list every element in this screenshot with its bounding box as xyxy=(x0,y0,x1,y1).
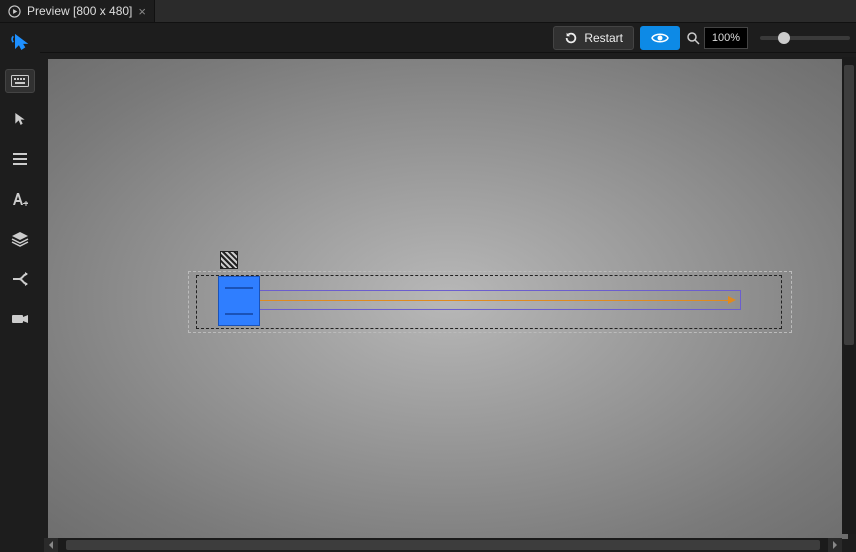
keyboard-button[interactable] xyxy=(5,69,35,93)
restart-icon xyxy=(564,31,578,45)
vertical-scrollbar[interactable] xyxy=(842,57,856,534)
anchor-handle[interactable] xyxy=(220,251,238,269)
eye-icon xyxy=(651,32,669,44)
magnifier-icon xyxy=(686,31,700,45)
grid-tool[interactable] xyxy=(6,145,34,173)
horizontal-scrollbar[interactable] xyxy=(44,538,842,552)
play-circle-icon xyxy=(8,5,21,18)
scroll-right-icon[interactable] xyxy=(828,538,842,552)
slider-thumb[interactable] xyxy=(218,276,260,326)
layers-tool[interactable] xyxy=(6,225,34,253)
horizontal-scroll-track[interactable] xyxy=(58,540,828,550)
visibility-button[interactable] xyxy=(640,26,680,50)
touch-tool[interactable] xyxy=(6,29,34,57)
zoom-slider[interactable] xyxy=(760,36,850,40)
canvas-viewport xyxy=(40,53,856,552)
tab-bar: Preview [800 x 480] × xyxy=(0,0,856,23)
zoom-field: 100% xyxy=(686,27,748,49)
arrow-tool[interactable] xyxy=(6,105,34,133)
motion-arrow-head xyxy=(728,296,736,304)
restart-button[interactable]: Restart xyxy=(553,26,634,50)
tab-title: Preview [800 x 480] xyxy=(27,4,132,18)
text-tool[interactable] xyxy=(6,185,34,213)
preview-tab[interactable]: Preview [800 x 480] × xyxy=(0,0,155,22)
motion-arrow xyxy=(233,300,731,301)
zoom-value[interactable]: 100% xyxy=(704,27,748,49)
horizontal-scroll-thumb[interactable] xyxy=(66,540,820,550)
restart-label: Restart xyxy=(584,31,623,45)
vertical-scroll-thumb[interactable] xyxy=(844,65,854,345)
preview-toolbar: Restart 100% xyxy=(40,23,856,53)
branch-tool[interactable] xyxy=(6,265,34,293)
camera-tool[interactable] xyxy=(6,305,34,333)
scroll-left-icon[interactable] xyxy=(44,538,58,552)
tool-strip xyxy=(0,23,40,552)
zoom-slider-knob[interactable] xyxy=(778,32,790,44)
preview-canvas[interactable] xyxy=(48,59,848,539)
close-icon[interactable]: × xyxy=(138,4,146,19)
